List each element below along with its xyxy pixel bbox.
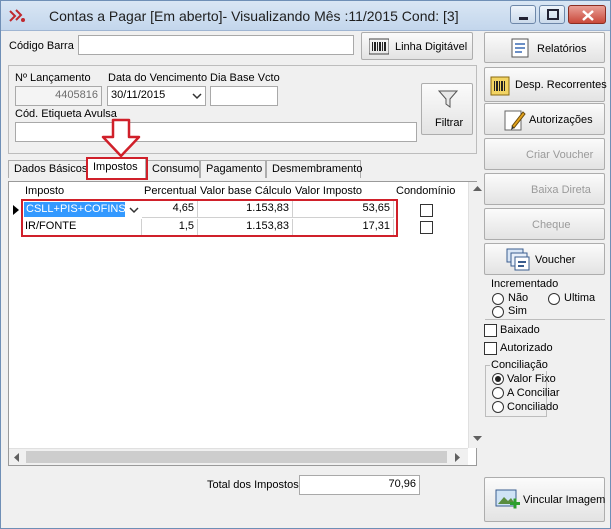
minimize-button[interactable]: [510, 5, 536, 24]
desp-recorrentes-button[interactable]: Desp. Recorrentes: [484, 67, 607, 102]
contas-a-pagar-window: Contas a Pagar [Em aberto]- Visualizando…: [0, 0, 611, 529]
minimize-icon: [519, 17, 528, 20]
table-row-2-condominio-checkbox[interactable]: [420, 221, 433, 234]
autorizado-label: Autorizado: [500, 342, 553, 354]
incrementado-nao-label: Não: [508, 292, 529, 304]
criar-voucher-label: Criar Voucher: [526, 149, 594, 161]
window-title: Contas a Pagar [Em aberto]- Visualizando…: [49, 8, 459, 24]
annotation-rows-highlight: [21, 199, 398, 237]
scroll-up-icon[interactable]: [473, 186, 482, 192]
dia-base-label: Dia Base Vcto: [210, 72, 280, 84]
pen-icon: [504, 110, 526, 131]
autorizado-checkbox[interactable]: [484, 342, 497, 355]
dia-base-input[interactable]: [210, 86, 278, 106]
recurring-expense-icon: [490, 76, 510, 96]
linha-digitavel-button[interactable]: Linha Digitável: [361, 32, 473, 60]
cheque-button[interactable]: Cheque: [484, 208, 605, 240]
autorizacoes-button[interactable]: Autorizações: [484, 103, 605, 135]
linha-digitavel-label: Linha Digitável: [395, 41, 468, 53]
image-link-icon: [495, 489, 520, 509]
tab-desmembramento[interactable]: Desmembramento: [266, 160, 362, 178]
relatorios-button[interactable]: Relatórios: [484, 32, 605, 63]
report-icon: [511, 38, 529, 58]
column-header-percentual[interactable]: Percentual: [144, 185, 197, 197]
incrementado-nao-radio[interactable]: [492, 293, 504, 305]
incrementado-sim-radio[interactable]: [492, 306, 504, 318]
filtrar-button[interactable]: Filtrar: [421, 83, 473, 135]
vencimento-value: 30/11/2015: [111, 89, 166, 101]
conciliacao-a-conciliar-radio[interactable]: [492, 387, 504, 399]
conciliacao-valor-fixo-label: Valor Fixo: [507, 373, 556, 385]
baixa-direta-label: Baixa Direta: [531, 184, 591, 196]
scroll-left-icon[interactable]: [14, 453, 20, 462]
column-header-imposto[interactable]: Imposto: [25, 185, 64, 197]
voucher-button[interactable]: Voucher: [484, 243, 605, 275]
annotation-tab-highlight: [86, 157, 148, 180]
scroll-down-icon[interactable]: [473, 436, 482, 442]
total-value: 70,96: [299, 475, 420, 495]
horizontal-scrollbar[interactable]: [9, 448, 468, 465]
maximize-icon: [547, 9, 559, 20]
total-label: Total dos Impostos: [207, 479, 299, 491]
current-row-indicator-icon: [13, 205, 19, 215]
lancamento-field: 4405816: [15, 86, 102, 106]
cheque-label: Cheque: [532, 219, 571, 231]
maximize-button[interactable]: [539, 5, 565, 24]
barcode-input[interactable]: [78, 35, 354, 55]
conciliacao-a-conciliar-label: A Conciliar: [507, 387, 560, 399]
incrementado-ultima-radio[interactable]: [548, 293, 560, 305]
tab-dados-basicos[interactable]: Dados Básicos: [8, 160, 87, 178]
conciliacao-conciliado-label: Conciliado: [507, 401, 559, 413]
impostos-grid: Imposto Percentual Valor base Cálculo Va…: [8, 181, 485, 466]
column-header-condominio[interactable]: Condomínio: [396, 185, 455, 197]
autorizacoes-label: Autorizações: [529, 114, 593, 126]
voucher-icon: [506, 248, 530, 271]
conciliacao-label: Conciliação: [490, 359, 549, 371]
column-header-base[interactable]: Valor base Cálculo: [200, 185, 292, 197]
vertical-scrollbar[interactable]: [468, 182, 485, 448]
filtrar-label: Filtrar: [435, 117, 464, 129]
incrementado-ultima-label: Ultima: [564, 292, 596, 304]
desp-recorrentes-label: Desp. Recorrentes: [515, 79, 607, 91]
vencimento-select[interactable]: 30/11/2015: [107, 86, 206, 106]
app-icon: [9, 9, 25, 22]
table-row-1-condominio-checkbox[interactable]: [420, 204, 433, 217]
lancamento-label: Nº Lançamento: [15, 72, 91, 84]
barcode-label: Código Barra: [9, 40, 74, 52]
conciliacao-conciliado-radio[interactable]: [492, 401, 504, 413]
chevron-down-icon: [192, 93, 202, 100]
baixa-direta-button[interactable]: Baixa Direta: [484, 173, 605, 205]
column-header-valor[interactable]: Valor Imposto: [295, 185, 362, 197]
filter-icon: [438, 90, 458, 108]
vincular-imagem-label: Vincular Imagem: [523, 494, 606, 506]
baixado-label: Baixado: [500, 324, 540, 336]
close-button[interactable]: [568, 5, 606, 24]
incrementado-label: Incrementado: [491, 278, 559, 290]
vencimento-label: Data do Vencimento: [108, 72, 208, 84]
vincular-imagem-button[interactable]: Vincular Imagem: [484, 477, 605, 522]
baixado-checkbox[interactable]: [484, 324, 497, 337]
tab-pagamento[interactable]: Pagamento: [200, 160, 266, 178]
scroll-right-icon[interactable]: [455, 453, 461, 462]
annotation-arrow-icon: [101, 118, 141, 158]
criar-voucher-button[interactable]: Criar Voucher: [484, 138, 605, 170]
conciliacao-valor-fixo-radio[interactable]: [492, 373, 504, 385]
horizontal-scroll-thumb[interactable]: [26, 451, 447, 463]
etiqueta-input[interactable]: [15, 122, 417, 142]
close-icon: [582, 10, 594, 21]
relatorios-label: Relatórios: [537, 43, 587, 55]
tab-consumo[interactable]: Consumo: [146, 160, 200, 178]
voucher-label: Voucher: [535, 254, 576, 266]
barcode-icon: [369, 38, 389, 55]
title-bar[interactable]: Contas a Pagar [Em aberto]- Visualizando…: [1, 1, 610, 31]
incrementado-sim-label: Sim: [508, 305, 527, 317]
